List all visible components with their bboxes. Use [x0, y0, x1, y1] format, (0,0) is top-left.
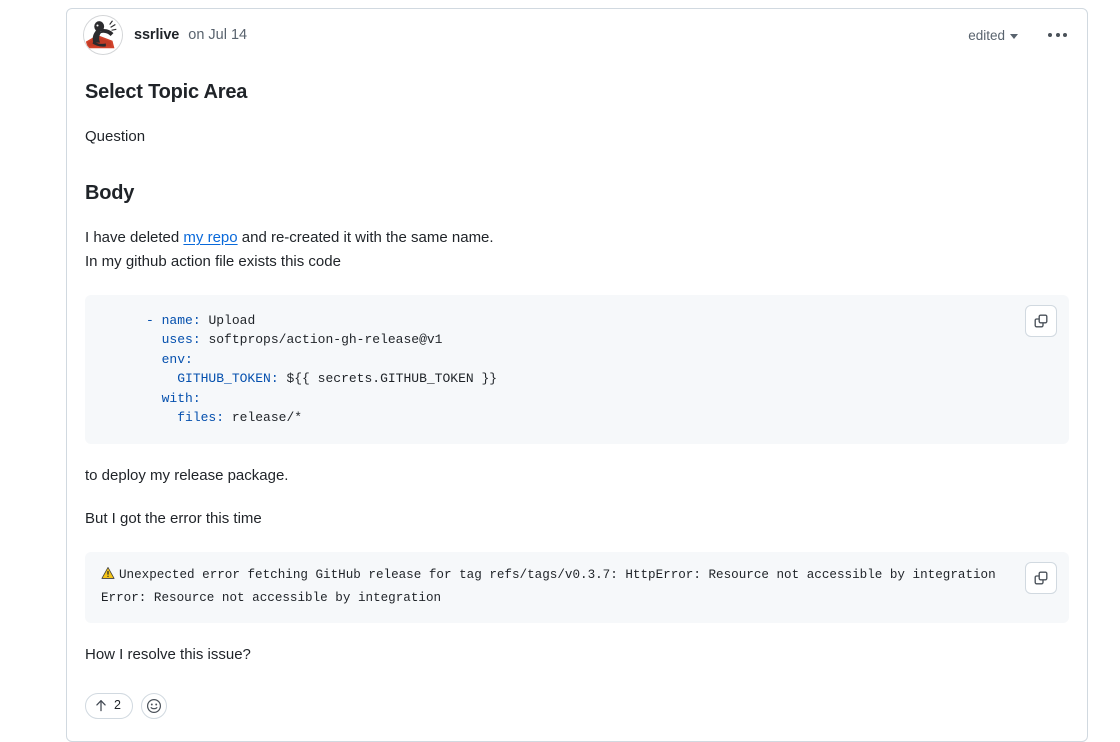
body-heading: Body [85, 182, 135, 205]
comment-card: ssrlive on Jul 14 edited Select Topic Ar… [66, 8, 1088, 742]
yaml-code-block: - name: Upload uses: softprops/action-gh… [85, 294, 1069, 444]
body-paragraph-3: to deploy my release package. [85, 466, 289, 484]
upvote-button[interactable]: 2 [85, 692, 133, 719]
kebab-dot-icon [1048, 33, 1052, 37]
code-token: : [216, 410, 225, 426]
code-token: release/* [224, 410, 303, 426]
code-token: : [185, 351, 193, 367]
smiley-icon [146, 698, 161, 713]
comment-author[interactable]: ssrlive [134, 27, 179, 43]
code-token: files [177, 410, 217, 426]
body-paragraph-4: But I got the error this time [85, 510, 262, 527]
my-repo-link[interactable]: my repo [183, 229, 237, 246]
code-token: Upload [200, 312, 256, 328]
body-paragraph-1: I have deleted my repo and re-created it… [85, 226, 1069, 249]
copy-code-button[interactable] [1025, 304, 1057, 337]
code-token: with [161, 390, 193, 406]
upvote-count: 2 [114, 698, 121, 713]
error-log-content: Unexpected error fetching GitHub release… [101, 565, 1053, 609]
code-token: ${{ secrets.GITHUB_TOKEN }} [278, 371, 498, 387]
code-token: : [192, 332, 201, 348]
comment-header: ssrlive on Jul 14 edited [67, 9, 1087, 61]
copy-icon [1034, 314, 1048, 328]
kebab-dot-icon [1055, 33, 1060, 37]
code-token: name [161, 312, 193, 328]
topic-area-heading: Select Topic Area [85, 81, 248, 103]
topic-area-value: Question [85, 128, 146, 145]
yaml-code-content: - name: Upload uses: softprops/action-gh… [101, 311, 1053, 428]
code-token: - [146, 312, 162, 328]
add-reaction-button[interactable] [140, 692, 167, 719]
more-options-button[interactable] [1046, 27, 1069, 43]
error-log-block: Unexpected error fetching GitHub release… [85, 552, 1069, 624]
avatar-image [84, 16, 122, 54]
text-after-link: and re-created it with the same name. [237, 229, 494, 247]
edited-dropdown-button[interactable]: edited [966, 26, 1020, 45]
chevron-down-icon [1010, 33, 1018, 39]
code-token: : [192, 312, 201, 328]
body-paragraph-5: How I resolve this issue? [85, 646, 251, 664]
copy-error-button[interactable] [1025, 562, 1057, 595]
reactions-bar: 2 [85, 692, 1069, 741]
error-line-1: Unexpected error fetching GitHub release… [119, 568, 996, 583]
edited-label: edited [968, 27, 1005, 43]
code-token: GITHUB_TOKEN [177, 371, 271, 387]
code-token: env [161, 351, 186, 367]
warning-triangle-icon [101, 566, 115, 588]
comment-timestamp[interactable]: on Jul 14 [188, 27, 247, 43]
avatar[interactable] [83, 15, 123, 55]
code-token: uses [161, 332, 193, 348]
copy-icon [1034, 571, 1048, 585]
text-before-link: I have deleted [85, 229, 184, 247]
arrow-up-icon [96, 700, 106, 712]
code-token: : [270, 371, 279, 387]
code-token: : [192, 390, 201, 406]
error-line-2: Error: Resource not accessible by integr… [101, 591, 442, 606]
kebab-dot-icon [1063, 33, 1067, 37]
comment-body: Select Topic Area Question Body I have d… [67, 79, 1087, 741]
body-paragraph-2: In my github action file exists this cod… [85, 252, 341, 270]
code-token: softprops/action-gh-release@v1 [200, 332, 443, 348]
